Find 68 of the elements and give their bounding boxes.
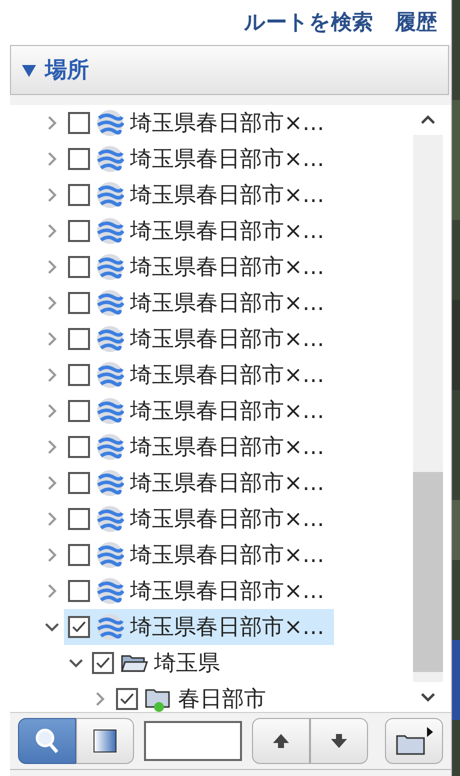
checkbox[interactable] xyxy=(68,220,90,242)
globe-icon xyxy=(96,361,124,389)
globe-icon xyxy=(96,289,124,317)
tree-item-label[interactable]: 埼玉県春日部市×… xyxy=(130,250,324,284)
globe-icon xyxy=(96,217,124,245)
tree-item-label[interactable]: 埼玉県春日部市×… xyxy=(130,502,324,536)
checkbox[interactable] xyxy=(68,292,90,314)
globe-icon xyxy=(96,109,124,137)
checkmark-icon xyxy=(95,656,111,670)
checkbox[interactable] xyxy=(68,184,90,206)
tree-item-label[interactable]: 埼玉県春日部市×… xyxy=(130,394,324,428)
checkbox[interactable] xyxy=(68,112,90,134)
checkbox[interactable] xyxy=(68,508,90,530)
checkmark-icon xyxy=(71,620,87,634)
panel-toggle-button[interactable] xyxy=(76,718,134,764)
scroll-down-icon[interactable] xyxy=(420,692,436,702)
scroll-up-icon[interactable] xyxy=(420,115,436,125)
checkbox[interactable] xyxy=(68,616,90,638)
tree-item-label[interactable]: 埼玉県春日部市×… xyxy=(130,538,324,572)
search-icon xyxy=(34,727,60,755)
tree-item-label[interactable]: 埼玉県春日部市×… xyxy=(130,430,324,464)
move-up-button[interactable] xyxy=(252,718,310,764)
checkbox[interactable] xyxy=(116,688,138,710)
checkmark-icon xyxy=(119,692,135,706)
tree-item-label[interactable]: 埼玉県春日部市×… xyxy=(130,178,324,212)
globe-icon xyxy=(96,613,124,641)
tree-item-label[interactable]: 埼玉県春日部市×… xyxy=(130,610,324,644)
checkbox[interactable] xyxy=(68,148,90,170)
tree-item-label[interactable]: 埼玉県 xyxy=(154,646,220,680)
tree-item-label[interactable]: 埼玉県春日部市×… xyxy=(130,466,324,500)
folder-icon xyxy=(394,724,434,758)
link[interactable]: 履歴 xyxy=(395,6,437,38)
globe-icon xyxy=(96,469,124,497)
search-toggle-button[interactable] xyxy=(18,718,76,764)
checkbox[interactable] xyxy=(92,652,114,674)
section-title: 場所 xyxy=(45,56,89,84)
tree-item-label[interactable]: 埼玉県春日部市×… xyxy=(130,322,324,356)
checkbox[interactable] xyxy=(68,400,90,422)
checkbox[interactable] xyxy=(68,436,90,458)
checkbox[interactable] xyxy=(68,256,90,278)
globe-icon xyxy=(96,541,124,569)
tree-item-label[interactable]: 埼玉県春日部市×… xyxy=(130,142,324,176)
globe-icon xyxy=(96,433,124,461)
globe-icon xyxy=(96,181,124,209)
globe-icon xyxy=(96,145,124,173)
globe-icon xyxy=(96,253,124,281)
checkbox[interactable] xyxy=(68,580,90,602)
scrollbar-thumb[interactable] xyxy=(413,472,443,672)
globe-icon xyxy=(96,325,124,353)
tree-item-label[interactable]: 埼玉県春日部市×… xyxy=(130,358,324,392)
search-field[interactable] xyxy=(144,721,242,761)
globe-icon xyxy=(96,505,124,533)
tree-item-label[interactable]: 埼玉県春日部市×… xyxy=(130,106,324,140)
tree-item-label[interactable]: 春日部市 xyxy=(178,682,266,712)
link[interactable]: ルートを検索 xyxy=(244,6,373,38)
checkbox[interactable] xyxy=(68,472,90,494)
tree-item-label[interactable]: 埼玉県春日部市×… xyxy=(130,214,324,248)
tree-item-label[interactable]: 埼玉県春日部市×… xyxy=(130,286,324,320)
folder-menu-button[interactable] xyxy=(385,718,443,764)
tree-item-label[interactable]: 埼玉県春日部市×… xyxy=(130,574,324,608)
move-down-button[interactable] xyxy=(310,718,368,764)
panel-icon xyxy=(92,728,118,754)
checkbox[interactable] xyxy=(68,328,90,350)
globe-icon xyxy=(96,577,124,605)
checkbox[interactable] xyxy=(68,364,90,386)
checkbox[interactable] xyxy=(68,544,90,566)
globe-icon xyxy=(96,397,124,425)
tree-item-highlight[interactable]: 埼玉県春日部市×… xyxy=(64,609,334,645)
